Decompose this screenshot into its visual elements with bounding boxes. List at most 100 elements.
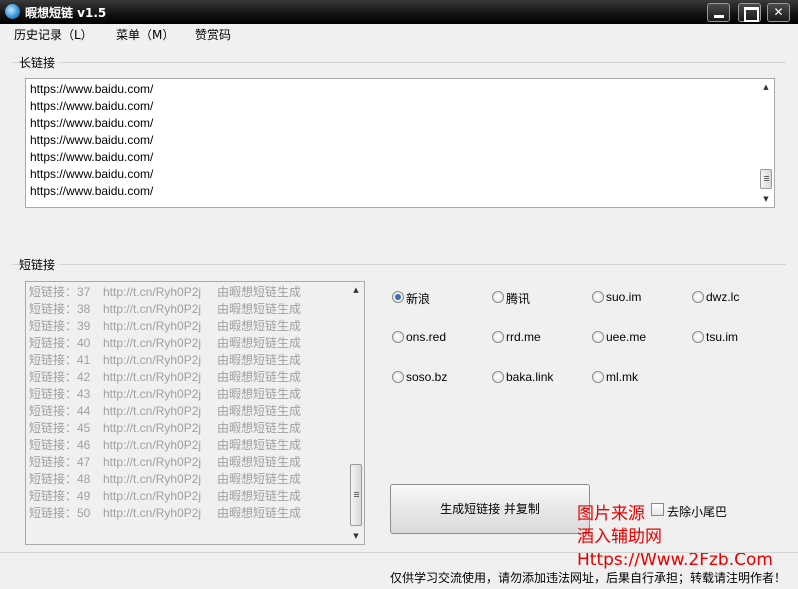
status-divider xyxy=(0,552,798,553)
scroll-down-icon[interactable]: ▼ xyxy=(348,528,364,544)
menu-bar: 历史记录（L） 菜单（M） 赞赏码 xyxy=(0,24,798,44)
radio-dot-icon[interactable] xyxy=(692,331,704,343)
short-link-row: 短链接：48 http://t.cn/Ryh0P2j 由暇想短链生成 xyxy=(29,471,301,488)
menu-history[interactable]: 历史记录（L） xyxy=(14,26,93,43)
short-link-suffix: 由暇想短链生成 xyxy=(217,387,302,401)
short-link-prefix: 短链接：43 xyxy=(29,387,91,401)
radio-dot-icon[interactable] xyxy=(592,371,604,383)
scroll-up-icon[interactable]: ▲ xyxy=(348,282,364,298)
radio-dot-icon[interactable] xyxy=(492,291,504,303)
minimize-button[interactable] xyxy=(707,3,730,22)
short-link-url: http://t.cn/Ryh0P2j xyxy=(103,387,202,401)
short-link-suffix: 由暇想短链生成 xyxy=(217,336,302,350)
short-link-lines: 短链接：37 http://t.cn/Ryh0P2j 由暇想短链生成 短链接：38 ht… xyxy=(29,284,301,522)
radio-dot-icon[interactable] xyxy=(492,371,504,383)
short-link-suffix: 由暇想短链生成 xyxy=(217,421,302,435)
service-radio-label: rrd.me xyxy=(506,330,541,344)
short-link-row: 短链接：43 http://t.cn/Ryh0P2j 由暇想短链生成 xyxy=(29,386,301,403)
short-link-prefix: 短链接：39 xyxy=(29,319,91,333)
menu-menu[interactable]: 菜单（M） xyxy=(116,26,174,43)
short-link-row: 短链接：41 http://t.cn/Ryh0P2j 由暇想短链生成 xyxy=(29,352,301,369)
short-link-row: 短链接：37 http://t.cn/Ryh0P2j 由暇想短链生成 xyxy=(29,284,301,301)
short-link-row: 短链接：46 http://t.cn/Ryh0P2j 由暇想短链生成 xyxy=(29,437,301,454)
remove-tail-label: 去除小尾巴 xyxy=(667,505,728,519)
short-link-suffix: 由暇想短链生成 xyxy=(217,319,302,333)
service-radio-label: ons.red xyxy=(406,330,447,344)
short-link-url: http://t.cn/Ryh0P2j xyxy=(103,353,202,367)
scroll-thumb[interactable] xyxy=(350,464,362,526)
checkbox-box[interactable] xyxy=(651,503,664,516)
long-link-lines: https://www.baidu.com/https://www.baidu.… xyxy=(30,81,153,200)
short-link-url: http://t.cn/Ryh0P2j xyxy=(103,404,202,418)
service-radio-label: suo.im xyxy=(606,290,642,304)
menu-reward[interactable]: 赞赏码 xyxy=(195,26,231,43)
radio-dot-icon[interactable] xyxy=(592,331,604,343)
long-link-scrollbar[interactable]: ▲ ▼ xyxy=(758,79,774,207)
service-radio-label: baka.link xyxy=(506,370,554,384)
short-link-prefix: 短链接：49 xyxy=(29,489,91,503)
watermark-line-2: 酒入辅助网 xyxy=(577,527,662,547)
short-link-suffix: 由暇想短链生成 xyxy=(217,455,302,469)
long-link-input[interactable]: https://www.baidu.com/https://www.baidu.… xyxy=(25,78,775,208)
window-title: 暇想短链 v1.5 xyxy=(25,6,107,20)
short-link-suffix: 由暇想短链生成 xyxy=(217,302,302,316)
short-link-suffix: 由暇想短链生成 xyxy=(217,404,302,418)
long-link-line: https://www.baidu.com/ xyxy=(30,167,154,181)
short-link-prefix: 短链接：41 xyxy=(29,353,91,367)
short-link-row: 短链接：39 http://t.cn/Ryh0P2j 由暇想短链生成 xyxy=(29,318,301,335)
generate-copy-button[interactable]: 生成短链接 并复制 xyxy=(390,484,590,534)
short-link-row: 短链接：44 http://t.cn/Ryh0P2j 由暇想短链生成 xyxy=(29,403,301,420)
long-link-line: https://www.baidu.com/ xyxy=(30,82,154,96)
scroll-down-icon[interactable]: ▼ xyxy=(758,191,774,207)
radio-dot-icon[interactable] xyxy=(392,331,404,343)
short-link-prefix: 短链接：37 xyxy=(29,285,91,299)
short-link-scrollbar[interactable]: ▲ ▼ xyxy=(348,282,364,544)
radio-dot-icon[interactable] xyxy=(692,291,704,303)
service-radio-label: soso.bz xyxy=(406,370,448,384)
long-link-group-label: 长链接 xyxy=(19,54,60,71)
footer-notice: 仅供学习交流使用，请勿添加违法网址，后果自行承担；转载请注明作者！ xyxy=(390,571,787,585)
short-link-suffix: 由暇想短链生成 xyxy=(217,370,302,384)
short-link-row: 短链接：42 http://t.cn/Ryh0P2j 由暇想短链生成 xyxy=(29,369,301,386)
maximize-button[interactable] xyxy=(738,3,761,22)
long-link-line: https://www.baidu.com/ xyxy=(30,116,154,130)
short-link-group-label: 短链接 xyxy=(19,256,60,273)
close-button[interactable]: ✕ xyxy=(767,3,790,22)
short-link-row: 短链接：38 http://t.cn/Ryh0P2j 由暇想短链生成 xyxy=(29,301,301,318)
radio-dot-icon[interactable] xyxy=(592,291,604,303)
long-link-line: https://www.baidu.com/ xyxy=(30,150,154,164)
short-link-url: http://t.cn/Ryh0P2j xyxy=(103,506,202,520)
short-link-suffix: 由暇想短链生成 xyxy=(217,438,302,452)
long-link-line: https://www.baidu.com/ xyxy=(30,99,154,113)
radio-dot-icon[interactable] xyxy=(392,291,404,303)
radio-dot-icon[interactable] xyxy=(492,331,504,343)
short-link-url: http://t.cn/Ryh0P2j xyxy=(103,489,202,503)
service-radio-label: 新浪 xyxy=(406,292,431,306)
short-link-suffix: 由暇想短链生成 xyxy=(217,353,302,367)
short-link-suffix: 由暇想短链生成 xyxy=(217,506,302,520)
short-link-url: http://t.cn/Ryh0P2j xyxy=(103,285,202,299)
radio-dot-icon[interactable] xyxy=(392,371,404,383)
long-link-group-line xyxy=(12,62,786,63)
short-link-prefix: 短链接：45 xyxy=(29,421,91,435)
short-link-output[interactable]: 短链接：37 http://t.cn/Ryh0P2j 由暇想短链生成 短链接：38 ht… xyxy=(25,281,365,545)
short-link-suffix: 由暇想短链生成 xyxy=(217,489,302,503)
short-link-suffix: 由暇想短链生成 xyxy=(217,472,302,486)
app-icon xyxy=(5,4,20,19)
service-radio-label: 腾讯 xyxy=(506,292,531,306)
short-link-prefix: 短链接：38 xyxy=(29,302,91,316)
short-link-url: http://t.cn/Ryh0P2j xyxy=(103,370,202,384)
scroll-up-icon[interactable]: ▲ xyxy=(758,79,774,95)
title-bar[interactable]: 暇想短链 v1.5 ✕ xyxy=(0,0,798,24)
short-link-prefix: 短链接：42 xyxy=(29,370,91,384)
short-link-url: http://t.cn/Ryh0P2j xyxy=(103,421,202,435)
short-link-row: 短链接：49 http://t.cn/Ryh0P2j 由暇想短链生成 xyxy=(29,488,301,505)
scroll-thumb[interactable] xyxy=(760,169,772,189)
short-link-suffix: 由暇想短链生成 xyxy=(217,285,302,299)
short-link-row: 短链接：47 http://t.cn/Ryh0P2j 由暇想短链生成 xyxy=(29,454,301,471)
short-link-prefix: 短链接：46 xyxy=(29,438,91,452)
short-link-prefix: 短链接：40 xyxy=(29,336,91,350)
short-link-prefix: 短链接：47 xyxy=(29,455,91,469)
short-link-url: http://t.cn/Ryh0P2j xyxy=(103,319,202,333)
service-radio-label: dwz.lc xyxy=(706,290,740,304)
